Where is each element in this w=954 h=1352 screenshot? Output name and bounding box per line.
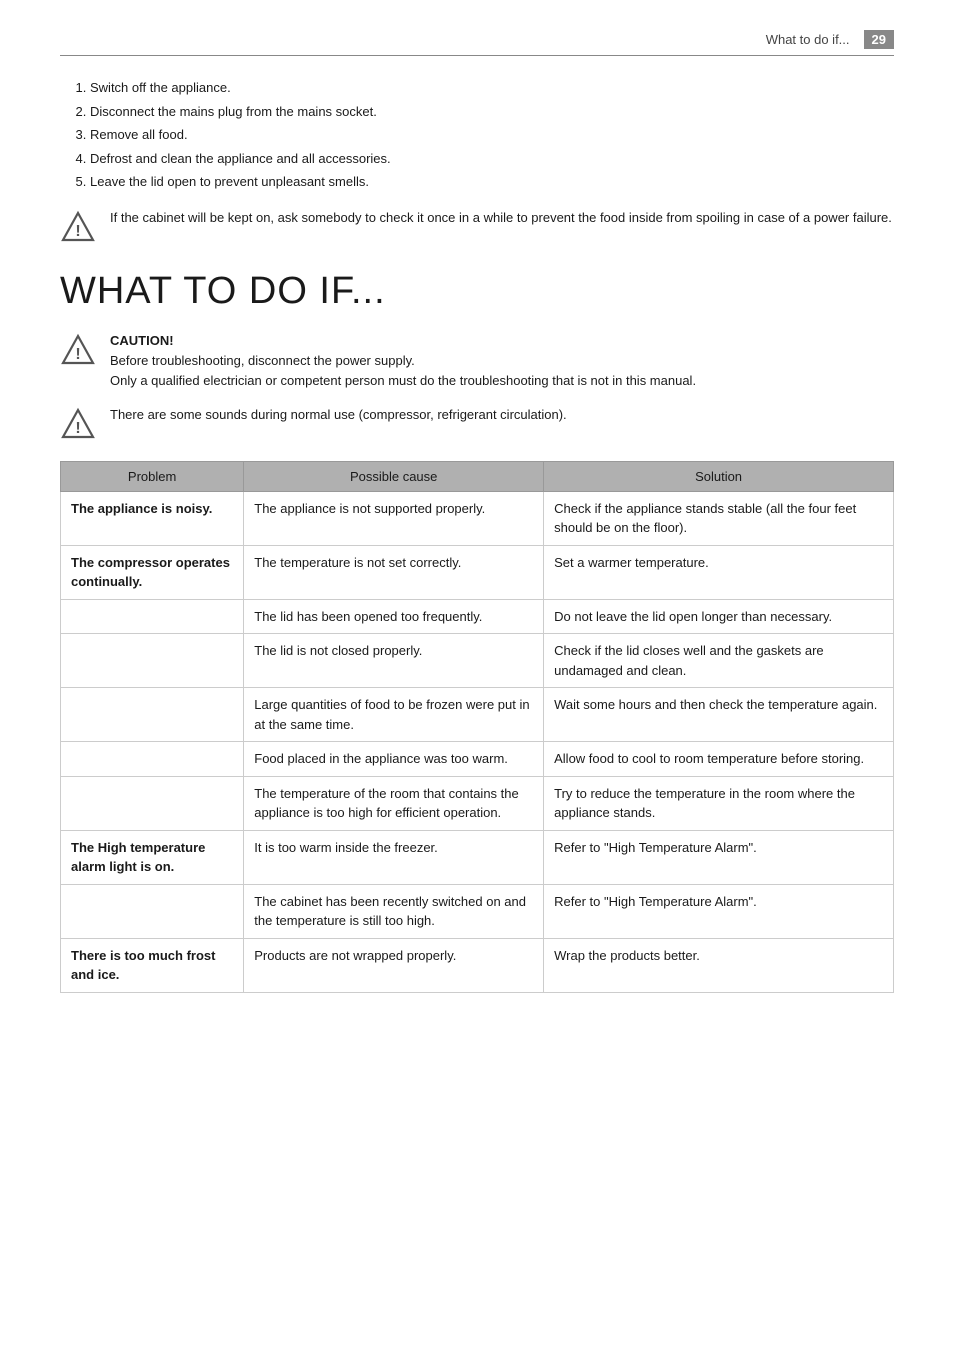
table-row: Large quantities of food to be frozen we… bbox=[61, 688, 894, 742]
table-cell-solution: Try to reduce the temperature in the roo… bbox=[544, 776, 894, 830]
table-row: The cabinet has been recently switched o… bbox=[61, 884, 894, 938]
table-row: The lid has been opened too frequently.D… bbox=[61, 599, 894, 634]
table-cell-cause: The temperature is not set correctly. bbox=[244, 545, 544, 599]
header-title: What to do if... bbox=[766, 32, 850, 47]
table-cell-solution: Do not leave the lid open longer than ne… bbox=[544, 599, 894, 634]
page: What to do if... 29 Switch off the appli… bbox=[0, 0, 954, 1352]
svg-text:!: ! bbox=[75, 420, 80, 437]
table-cell-cause: Food placed in the appliance was too war… bbox=[244, 742, 544, 777]
table-cell-solution: Wait some hours and then check the tempe… bbox=[544, 688, 894, 742]
table-cell-solution: Allow food to cool to room temperature b… bbox=[544, 742, 894, 777]
table-cell-cause: The lid is not closed properly. bbox=[244, 634, 544, 688]
table-cell-problem bbox=[61, 599, 244, 634]
table-cell-problem: The compressor operates continually. bbox=[61, 545, 244, 599]
intro-step-5: Leave the lid open to prevent unpleasant… bbox=[90, 172, 894, 192]
table-row: Food placed in the appliance was too war… bbox=[61, 742, 894, 777]
sounds-warning-icon: ! bbox=[60, 407, 96, 443]
caution-block: ! CAUTION! Before troubleshooting, disco… bbox=[60, 331, 894, 391]
sounds-note-text: There are some sounds during normal use … bbox=[110, 405, 567, 425]
table-cell-cause: Large quantities of food to be frozen we… bbox=[244, 688, 544, 742]
caution-text: CAUTION! Before troubleshooting, disconn… bbox=[110, 331, 696, 391]
table-cell-cause: Products are not wrapped properly. bbox=[244, 938, 544, 992]
intro-warning-block: ! If the cabinet will be kept on, ask so… bbox=[60, 208, 894, 246]
table-row: The temperature of the room that contain… bbox=[61, 776, 894, 830]
svg-text:!: ! bbox=[75, 346, 80, 363]
table-row: The appliance is noisy.The appliance is … bbox=[61, 491, 894, 545]
table-cell-problem: The High temperature alarm light is on. bbox=[61, 830, 244, 884]
intro-step-2: Disconnect the mains plug from the mains… bbox=[90, 102, 894, 122]
table-cell-problem bbox=[61, 634, 244, 688]
table-header-solution: Solution bbox=[544, 461, 894, 491]
intro-step-4: Defrost and clean the appliance and all … bbox=[90, 149, 894, 169]
table-cell-solution: Wrap the products better. bbox=[544, 938, 894, 992]
table-row: There is too much frost and ice.Products… bbox=[61, 938, 894, 992]
table-cell-problem bbox=[61, 688, 244, 742]
troubleshooting-table: Problem Possible cause Solution The appl… bbox=[60, 461, 894, 993]
troubleshooting-table-container: Problem Possible cause Solution The appl… bbox=[60, 461, 894, 993]
intro-step-3: Remove all food. bbox=[90, 125, 894, 145]
header-bar: What to do if... 29 bbox=[60, 30, 894, 56]
table-cell-cause: The temperature of the room that contain… bbox=[244, 776, 544, 830]
page-number: 29 bbox=[864, 30, 894, 49]
table-row: The lid is not closed properly.Check if … bbox=[61, 634, 894, 688]
table-cell-cause: The appliance is not supported properly. bbox=[244, 491, 544, 545]
intro-list: Switch off the appliance. Disconnect the … bbox=[90, 78, 894, 192]
caution-text-1: Before troubleshooting, disconnect the p… bbox=[110, 353, 415, 368]
table-header-cause: Possible cause bbox=[244, 461, 544, 491]
caution-icon: ! bbox=[60, 333, 96, 369]
sounds-note-block: ! There are some sounds during normal us… bbox=[60, 405, 894, 443]
table-cell-solution: Refer to "High Temperature Alarm". bbox=[544, 884, 894, 938]
table-row: The High temperature alarm light is on.I… bbox=[61, 830, 894, 884]
table-cell-cause: The cabinet has been recently switched o… bbox=[244, 884, 544, 938]
table-cell-problem bbox=[61, 776, 244, 830]
table-header-problem: Problem bbox=[61, 461, 244, 491]
table-cell-solution: Check if the lid closes well and the gas… bbox=[544, 634, 894, 688]
table-cell-solution: Refer to "High Temperature Alarm". bbox=[544, 830, 894, 884]
table-cell-problem: The appliance is noisy. bbox=[61, 491, 244, 545]
warning-icon: ! bbox=[60, 210, 96, 246]
caution-text-2: Only a qualified electrician or competen… bbox=[110, 373, 696, 388]
svg-text:!: ! bbox=[75, 223, 80, 240]
intro-step-1: Switch off the appliance. bbox=[90, 78, 894, 98]
table-cell-cause: The lid has been opened too frequently. bbox=[244, 599, 544, 634]
intro-warning-text: If the cabinet will be kept on, ask some… bbox=[110, 208, 892, 228]
table-cell-problem: There is too much frost and ice. bbox=[61, 938, 244, 992]
table-cell-cause: It is too warm inside the freezer. bbox=[244, 830, 544, 884]
section-title: WHAT TO DO IF... bbox=[60, 270, 894, 313]
caution-label: CAUTION! bbox=[110, 333, 174, 348]
table-cell-problem bbox=[61, 884, 244, 938]
table-cell-solution: Check if the appliance stands stable (al… bbox=[544, 491, 894, 545]
table-cell-solution: Set a warmer temperature. bbox=[544, 545, 894, 599]
table-cell-problem bbox=[61, 742, 244, 777]
table-row: The compressor operates continually.The … bbox=[61, 545, 894, 599]
